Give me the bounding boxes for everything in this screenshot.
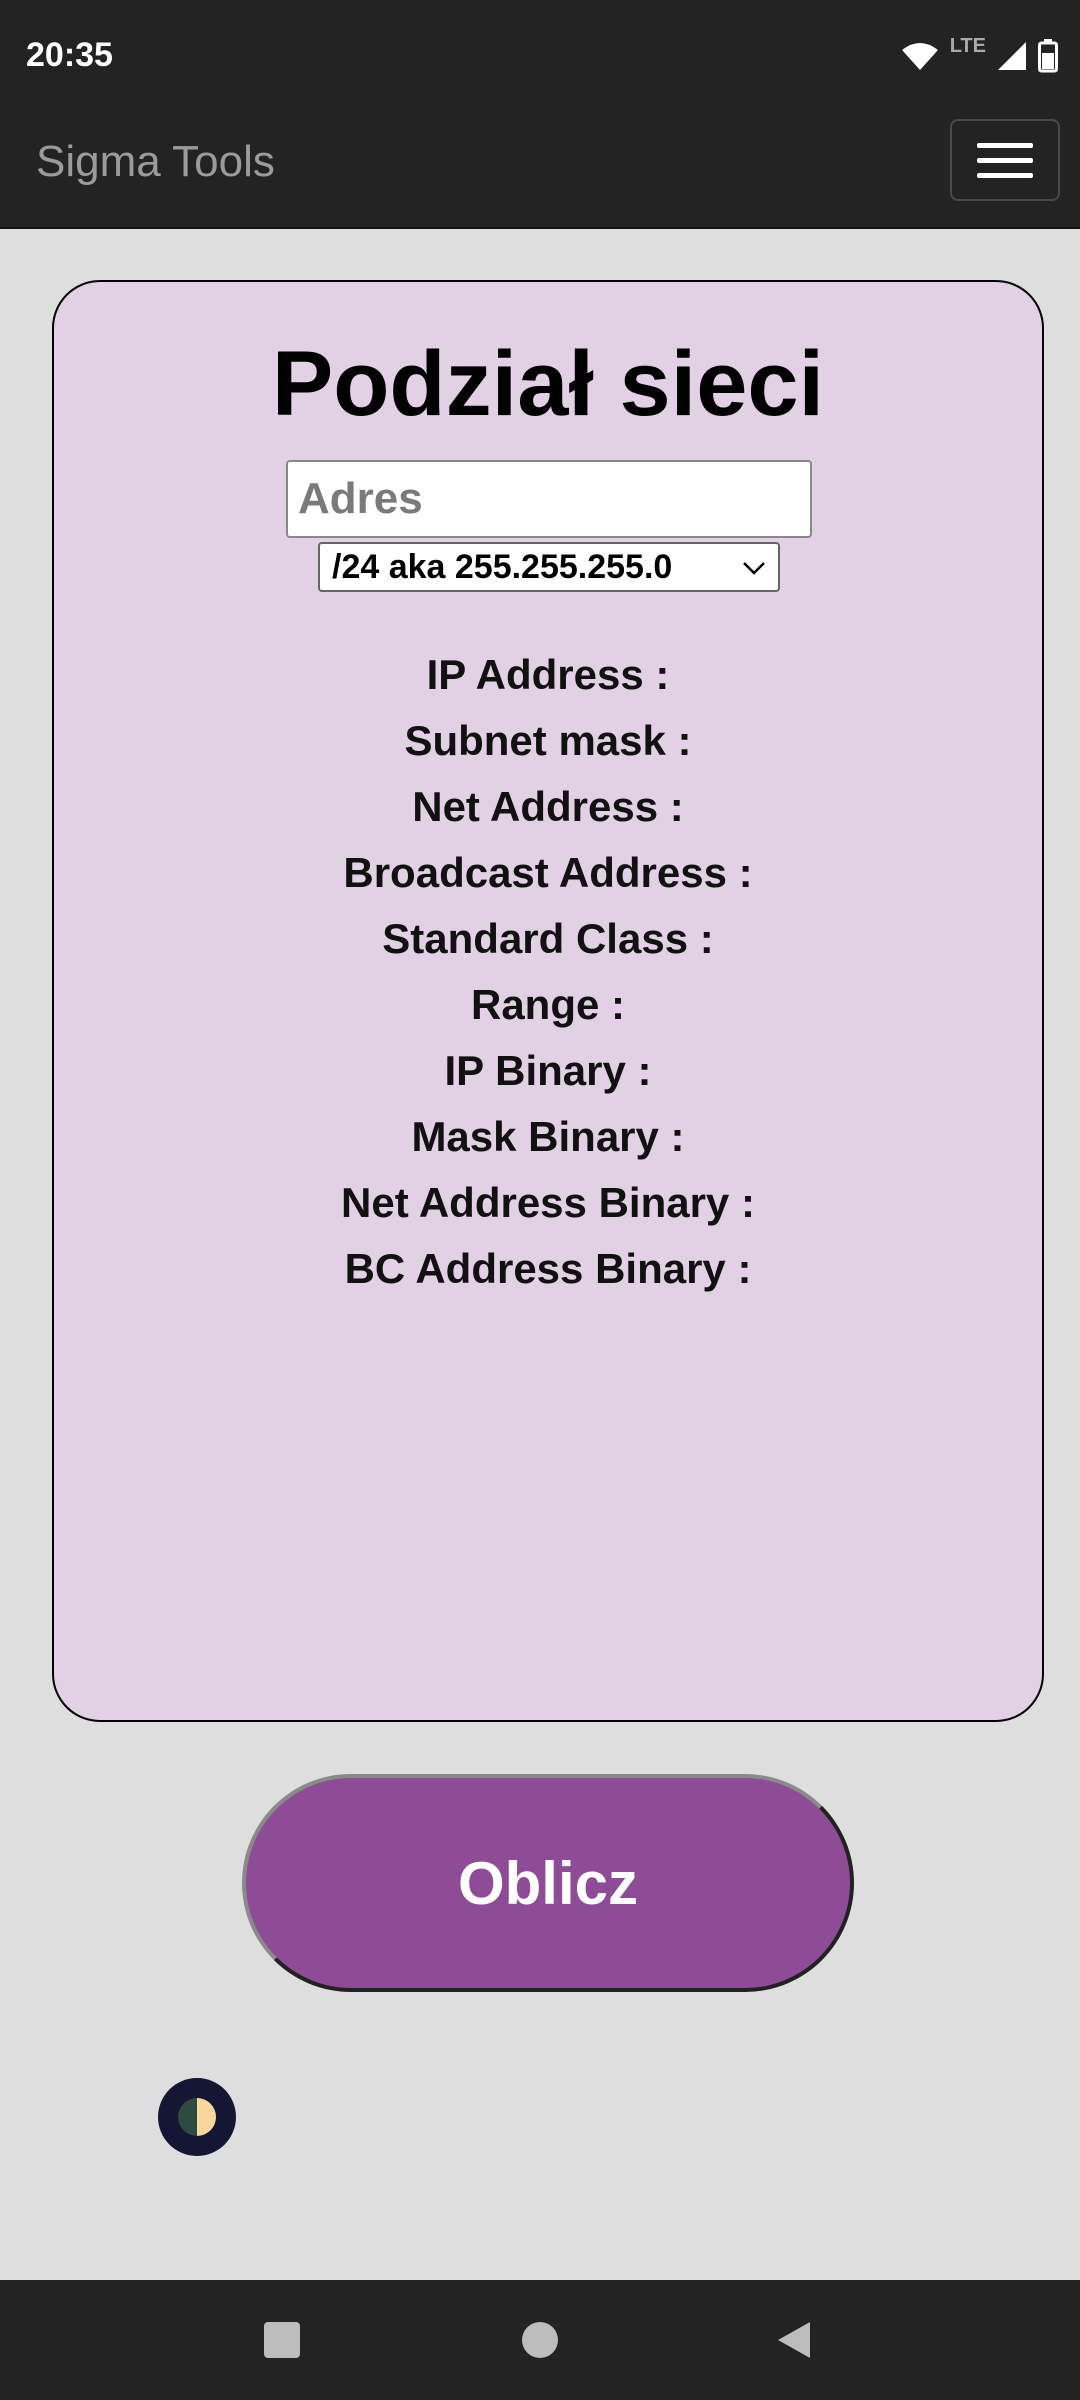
square-icon[interactable] — [262, 2320, 302, 2360]
battery-icon — [1038, 39, 1058, 73]
result-mask-binary: Mask Binary : — [411, 1113, 685, 1160]
calculate-button[interactable]: Oblicz — [242, 1774, 854, 1992]
result-standard-class: Standard Class : — [382, 915, 714, 962]
network-type-label: LTE — [949, 34, 986, 57]
result-net-address: Net Address : — [412, 783, 684, 830]
status-icons: LTE — [900, 34, 1058, 76]
hamburger-menu-icon — [977, 142, 1033, 148]
subnet-mask-select[interactable]: /24 aka 255.255.255.0 — [318, 542, 780, 592]
result-bc-address-binary: BC Address Binary : — [344, 1245, 752, 1292]
app-navbar: Sigma Tools — [0, 107, 1080, 229]
address-input[interactable] — [286, 460, 812, 538]
system-nav-bar — [0, 2280, 1080, 2400]
wifi-icon — [901, 43, 938, 70]
result-broadcast-address: Broadcast Address : — [343, 849, 753, 896]
hamburger-line — [977, 157, 1033, 163]
hamburger-line — [977, 172, 1033, 178]
page-title: Podział sieci — [271, 333, 825, 435]
result-subnet-mask: Subnet mask : — [404, 717, 692, 764]
circle-icon[interactable] — [520, 2320, 560, 2360]
result-net-address-binary: Net Address Binary : — [341, 1179, 755, 1226]
result-ip-address: IP Address : — [426, 651, 670, 698]
status-bar: 20:35 LTE — [0, 0, 1080, 107]
results-list: IP Address : Subnet mask : Net Address :… — [54, 642, 1042, 1302]
result-ip-binary: IP Binary : — [444, 1047, 652, 1094]
subnet-mask-selected-value: /24 aka 255.255.255.0 — [332, 547, 673, 586]
back-triangle-icon[interactable] — [774, 2320, 814, 2360]
hamburger-menu-button[interactable] — [950, 119, 1060, 201]
status-time: 20:35 — [26, 36, 113, 74]
theme-toggle-button[interactable] — [158, 2078, 236, 2156]
chevron-down-icon — [743, 562, 765, 575]
subnet-card: Podział sieci /24 aka 255.255.255.0 IP A… — [52, 280, 1044, 1722]
half-moon-icon — [178, 2098, 216, 2136]
signal-icon — [998, 42, 1026, 70]
brand-title[interactable]: Sigma Tools — [36, 137, 275, 187]
result-range: Range : — [470, 981, 625, 1028]
